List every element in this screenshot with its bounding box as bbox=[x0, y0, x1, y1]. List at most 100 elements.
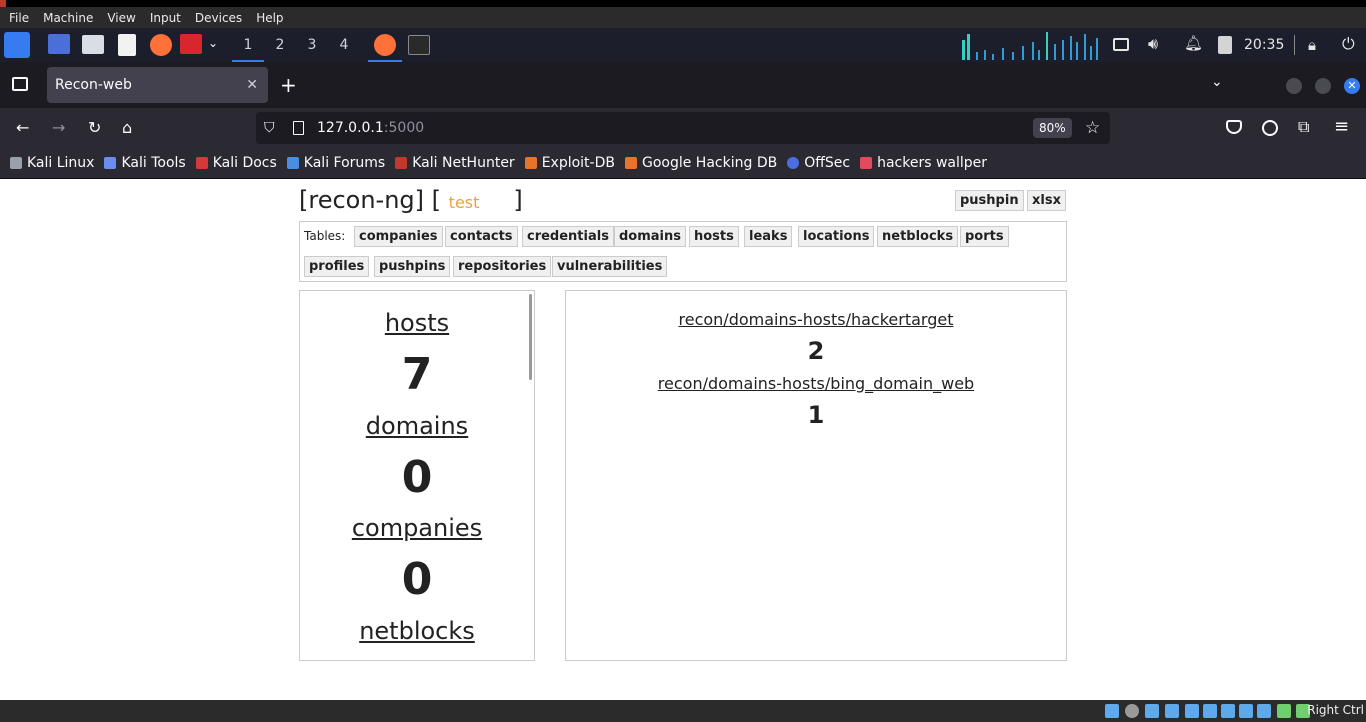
tracking-shield-icon[interactable]: ⛉ bbox=[264, 112, 275, 144]
back-arrow-icon[interactable]: ← bbox=[16, 118, 29, 138]
stat-link-domains[interactable]: domains bbox=[300, 412, 534, 440]
workspace-1[interactable]: 1 bbox=[232, 28, 264, 62]
account-icon[interactable] bbox=[1262, 120, 1278, 136]
table-button-domains[interactable]: domains bbox=[614, 226, 687, 247]
table-button-pushpins[interactable]: pushpins bbox=[374, 256, 451, 277]
bookmark-kali-forums[interactable]: Kali Forums bbox=[286, 155, 385, 171]
summary-panel[interactable]: hosts 7 domains 0 companies 0 netblocks bbox=[299, 290, 535, 661]
bookmark-exploit-db[interactable]: Exploit-DB bbox=[524, 155, 615, 171]
battery-icon[interactable] bbox=[1218, 36, 1232, 54]
reload-icon[interactable]: ↻ bbox=[88, 118, 101, 138]
stat-link-companies[interactable]: companies bbox=[300, 514, 534, 542]
menu-machine[interactable]: Machine bbox=[38, 11, 98, 25]
kali-menu-icon[interactable] bbox=[4, 32, 30, 58]
bookmark-star-icon[interactable]: ☆ bbox=[1085, 112, 1100, 144]
url-host: 127.0.0.1 bbox=[317, 120, 384, 136]
bookmark-offsec[interactable]: OffSec bbox=[787, 155, 850, 171]
firefox-window-button[interactable] bbox=[368, 28, 402, 62]
bookmark-kali-docs[interactable]: Kali Docs bbox=[195, 155, 277, 171]
desktop-panel: ⌄ 1 2 3 4 🔊︎ 🔔︎ 20:35 🔒︎ ⏻ bbox=[0, 28, 1366, 62]
menu-input[interactable]: Input bbox=[145, 11, 186, 25]
new-tab-button[interactable]: + bbox=[280, 74, 297, 96]
bookmark-kali-tools[interactable]: Kali Tools bbox=[104, 155, 186, 171]
usb-icon[interactable] bbox=[1185, 704, 1199, 718]
export-pushpin-button[interactable]: pushpin bbox=[955, 190, 1024, 211]
workspace-3[interactable]: 3 bbox=[296, 28, 328, 62]
network-icon[interactable] bbox=[1165, 704, 1179, 718]
table-button-repositories[interactable]: repositories bbox=[453, 256, 552, 277]
guest-additions-icon[interactable] bbox=[1277, 704, 1291, 718]
hard-disk-icon[interactable] bbox=[1105, 704, 1119, 718]
stat-link-netblocks[interactable]: netblocks bbox=[300, 617, 534, 645]
lock-icon[interactable]: 🔒︎ bbox=[1308, 36, 1316, 54]
minimize-button[interactable] bbox=[1286, 78, 1302, 94]
list-tabs-icon[interactable]: ⌄ bbox=[1211, 74, 1223, 90]
bookmark-label: Kali Tools bbox=[121, 155, 186, 171]
cpu-icon[interactable] bbox=[1257, 704, 1271, 718]
table-button-contacts[interactable]: contacts bbox=[445, 226, 518, 247]
table-button-hosts[interactable]: hosts bbox=[689, 226, 739, 247]
panel-clock[interactable]: 20:35 bbox=[1244, 28, 1284, 62]
bookmark-kali-nethunter[interactable]: Kali NetHunter bbox=[395, 155, 515, 171]
table-button-ports[interactable]: ports bbox=[960, 226, 1009, 247]
power-icon[interactable]: ⏻ bbox=[1342, 34, 1355, 54]
notification-bell-icon[interactable]: 🔔︎ bbox=[1184, 34, 1203, 52]
url-bar[interactable]: ⛉ 127.0.0.1:5000 80% ☆ bbox=[256, 112, 1110, 144]
table-button-credentials[interactable]: credentials bbox=[522, 226, 614, 247]
menu-devices[interactable]: Devices bbox=[190, 11, 247, 25]
display-icon[interactable] bbox=[1113, 38, 1129, 51]
show-desktop-icon[interactable] bbox=[48, 34, 70, 54]
firefox-launcher-icon[interactable] bbox=[150, 34, 172, 56]
separator bbox=[1294, 35, 1295, 55]
page-title: [recon-ng] [ test] bbox=[299, 186, 523, 214]
volume-icon[interactable]: 🔊︎ bbox=[1148, 34, 1158, 54]
menu-view[interactable]: View bbox=[102, 11, 140, 25]
forward-arrow-icon[interactable]: → bbox=[52, 118, 65, 138]
hamburger-menu-icon[interactable]: ≡ bbox=[1334, 116, 1349, 137]
recording-icon[interactable] bbox=[1239, 704, 1253, 718]
table-button-leaks[interactable]: leaks bbox=[744, 226, 793, 247]
module-link[interactable]: recon/domains-hosts/bing_domain_web bbox=[566, 374, 1066, 393]
optical-drive-icon[interactable] bbox=[1125, 704, 1139, 718]
display-status-icon[interactable] bbox=[1221, 704, 1235, 718]
file-manager-icon[interactable] bbox=[82, 35, 104, 54]
workspace-name[interactable]: test bbox=[449, 193, 480, 212]
menu-help[interactable]: Help bbox=[251, 11, 288, 25]
table-button-companies[interactable]: companies bbox=[354, 226, 443, 247]
close-tab-icon[interactable]: ✕ bbox=[246, 67, 258, 103]
bookmark-hackers-wallper[interactable]: hackers wallper bbox=[860, 155, 987, 171]
maximize-button[interactable] bbox=[1315, 78, 1331, 94]
bookmark-kali-linux[interactable]: Kali Linux bbox=[10, 155, 94, 171]
table-button-vulnerabilities[interactable]: vulnerabilities bbox=[552, 256, 668, 277]
module-link[interactable]: recon/domains-hosts/hackertarget bbox=[566, 310, 1066, 329]
bookmark-google-hacking-db[interactable]: Google Hacking DB bbox=[624, 155, 777, 171]
chevron-down-icon[interactable]: ⌄ bbox=[208, 36, 218, 50]
workspace-2[interactable]: 2 bbox=[264, 28, 296, 62]
workspace-4[interactable]: 4 bbox=[328, 28, 360, 62]
bookmark-label: Kali Docs bbox=[212, 155, 277, 171]
module-count: 1 bbox=[807, 401, 825, 429]
table-button-locations[interactable]: locations bbox=[798, 226, 875, 247]
table-button-netblocks[interactable]: netblocks bbox=[877, 226, 959, 247]
text-editor-icon[interactable] bbox=[118, 34, 136, 56]
stat-link-hosts[interactable]: hosts bbox=[300, 309, 534, 337]
pocket-icon[interactable] bbox=[1226, 120, 1242, 134]
menu-file[interactable]: File bbox=[4, 11, 34, 25]
home-icon[interactable]: ⌂ bbox=[122, 118, 132, 138]
zoom-level-indicator[interactable]: 80% bbox=[1033, 118, 1072, 138]
nethunter-icon bbox=[395, 157, 408, 169]
table-button-profiles[interactable]: profiles bbox=[304, 256, 370, 277]
page-info-icon[interactable] bbox=[293, 121, 304, 135]
extensions-icon[interactable]: ⧉ bbox=[1298, 117, 1309, 137]
tab-title: Recon-web bbox=[55, 77, 132, 93]
terminal-launcher-icon[interactable] bbox=[180, 34, 202, 54]
scrollbar-thumb[interactable] bbox=[529, 294, 532, 380]
audio-icon[interactable] bbox=[1145, 704, 1159, 718]
tab-overview-icon[interactable] bbox=[12, 77, 28, 91]
terminal-window-button[interactable] bbox=[408, 35, 430, 55]
close-window-button[interactable]: ✕ bbox=[1344, 78, 1360, 94]
modules-panel: recon/domains-hosts/hackertarget 2 recon… bbox=[565, 290, 1067, 661]
tab-recon-web[interactable]: Recon-web ✕ bbox=[47, 67, 268, 103]
shared-folders-icon[interactable] bbox=[1203, 704, 1217, 718]
export-xlsx-button[interactable]: xlsx bbox=[1027, 190, 1066, 211]
